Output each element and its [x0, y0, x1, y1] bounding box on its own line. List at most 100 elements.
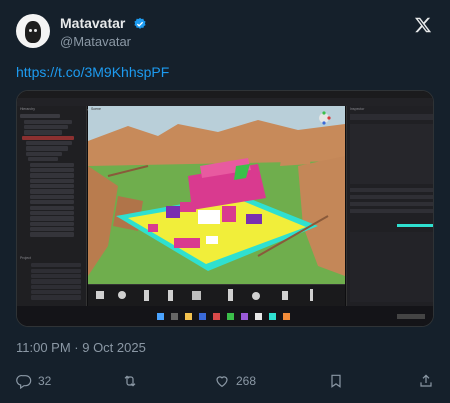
scene-tab: Scene: [91, 107, 101, 111]
reply-icon: [16, 375, 32, 389]
asset-row: [31, 290, 81, 295]
scene-render: [88, 106, 345, 284]
reply-count: 32: [38, 374, 52, 388]
tree-row: [30, 184, 74, 189]
hierarchy-tab: Hierarchy: [20, 107, 35, 111]
purple-block: [246, 214, 262, 224]
share-icon: [420, 374, 432, 387]
tree-row: [26, 146, 68, 151]
tree-row: [24, 124, 68, 130]
author-handle[interactable]: @Matavatar: [60, 33, 147, 50]
media-screenshot[interactable]: File Edit Assets GameObject Component Se…: [16, 90, 434, 327]
taskbar-app-icon: [283, 313, 290, 320]
tree-row: [30, 232, 74, 237]
tree-row: [30, 210, 74, 216]
inspector-panel: Inspector: [346, 106, 433, 306]
taskbar-app-icon: [185, 313, 192, 320]
white-block: [198, 210, 220, 224]
inspector-field: [350, 188, 433, 192]
asset-row: [31, 268, 81, 273]
tree-row: [26, 141, 72, 146]
tree-row: [24, 130, 62, 135]
scene-view[interactable]: Scene: [88, 106, 345, 284]
inspector-component: [350, 124, 433, 184]
editor-titlebar: [17, 91, 433, 98]
pink-block: [180, 202, 196, 212]
avatar[interactable]: [16, 14, 50, 48]
asset-row: [31, 273, 81, 279]
hierarchy-rows: [17, 113, 87, 238]
asset-thumb: [310, 289, 313, 301]
tree-row: [30, 178, 74, 183]
pink-block: [174, 238, 200, 248]
asset-thumb: [228, 289, 233, 301]
tree-row: [30, 200, 74, 205]
asset-row: [31, 263, 81, 268]
taskbar-app-icon: [269, 313, 276, 320]
inspector-field: [350, 209, 433, 213]
asset-thumb: [96, 291, 104, 299]
pink-block: [222, 206, 236, 222]
inspector-field: [350, 202, 433, 206]
inspector-header: [350, 114, 433, 120]
asset-thumb: [192, 291, 201, 300]
asset-row: [31, 284, 81, 289]
project-tab: Project: [20, 256, 31, 260]
asset-browser: [88, 284, 345, 306]
editor-menubar: File Edit Assets GameObject Component Se…: [17, 98, 433, 112]
tree-row: [30, 205, 74, 210]
inspector-tab: Inspector: [350, 107, 365, 111]
x-logo-icon[interactable]: [414, 16, 432, 34]
gizmo-z: [322, 121, 326, 125]
avatar-eye-left: [29, 29, 32, 32]
tree-row: [30, 194, 74, 199]
asset-thumb: [118, 291, 126, 299]
taskbar-app-icon: [227, 313, 234, 320]
tree-row: [30, 162, 74, 167]
like-count: 268: [236, 374, 257, 388]
taskbar-app-icon: [199, 313, 206, 320]
tree-row: [30, 167, 74, 173]
white-block: [206, 236, 218, 244]
tree-row: [26, 151, 62, 156]
tweet-timestamp[interactable]: 11:00 PM · 9 Oct 2025: [16, 340, 146, 355]
tree-row: [30, 189, 74, 194]
taskbar-app-icon: [213, 313, 220, 320]
gizmo-y: [322, 111, 326, 115]
like-button[interactable]: 268: [214, 372, 256, 390]
asset-row: [31, 279, 81, 284]
taskbar-app-icon: [255, 313, 262, 320]
project-rows: [17, 262, 87, 301]
asset-thumb: [144, 290, 149, 301]
taskbar-app-icon: [171, 313, 178, 320]
inspector-field: [350, 195, 433, 199]
tree-row: [24, 119, 72, 124]
repost-icon: [124, 375, 136, 387]
purple-block: [166, 206, 180, 218]
pink-block: [148, 224, 158, 232]
repost-button[interactable]: [122, 372, 144, 390]
verified-badge-icon: [134, 17, 146, 29]
tweet-actions: 32 268: [16, 372, 436, 390]
tweet-header: Matavatar @Matavatar: [16, 14, 436, 50]
asset-thumb: [282, 291, 288, 300]
author-info: Matavatar @Matavatar: [60, 15, 147, 50]
bookmark-button[interactable]: [328, 372, 344, 390]
tweet-link[interactable]: https://t.co/3M9KhhspPF: [16, 64, 169, 80]
taskbar-app-icon: [241, 313, 248, 320]
tree-row: [28, 157, 58, 162]
avatar-face: [25, 21, 41, 43]
tree-row: [30, 227, 74, 232]
os-taskbar: [17, 306, 433, 326]
like-icon: [216, 376, 228, 388]
asset-thumbnails: [96, 289, 313, 301]
bookmark-icon: [331, 374, 341, 388]
share-button[interactable]: [418, 372, 434, 390]
display-name[interactable]: Matavatar: [60, 15, 125, 32]
taskbar-icons: [157, 313, 425, 320]
asset-thumb: [252, 292, 260, 300]
inspector-accent: [397, 224, 433, 227]
tree-row: [30, 173, 74, 178]
reply-button[interactable]: 32: [16, 372, 51, 390]
tree-row: [30, 221, 74, 226]
